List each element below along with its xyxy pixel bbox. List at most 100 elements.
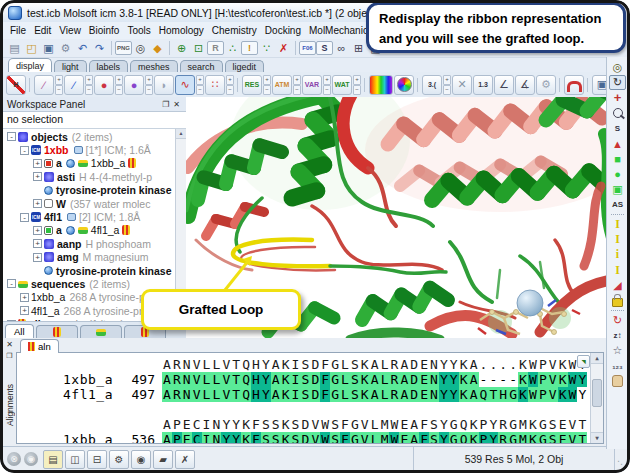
- clash-alert-icon[interactable]: ▲: [609, 136, 626, 151]
- skin-style-button[interactable]: ∷: [205, 75, 225, 95]
- menu-file[interactable]: File: [6, 24, 30, 37]
- select-sphere-icon[interactable]: ▣: [609, 182, 626, 197]
- three-pane-icon[interactable]: ⊟: [87, 450, 107, 469]
- alignment-view[interactable]: ARNVLLVTQHYAKISDFGLSKALRADENYYKA....KWPV…: [16, 352, 604, 444]
- wire-style-spinner[interactable]: +−: [55, 75, 63, 95]
- expand-icon[interactable]: +: [33, 239, 42, 248]
- rotate-z-mode-icon[interactable]: S: [609, 121, 626, 136]
- ribbon-style-spinner[interactable]: +−: [196, 75, 204, 95]
- label-variables-button[interactable]: VAR: [302, 75, 322, 95]
- ibeam-4-icon[interactable]: I: [609, 262, 626, 277]
- label-waters-button[interactable]: WAT: [332, 75, 352, 95]
- expand-icon[interactable]: +: [33, 226, 42, 235]
- tree-row-tyrosine-protein-kinase[interactable]: tyrosine-protein kinase: [3, 184, 186, 197]
- wire-style-button[interactable]: ∕: [34, 75, 54, 95]
- label-residues-spinner[interactable]: +−: [263, 75, 271, 95]
- magnet-tether-button[interactable]: [564, 75, 584, 95]
- menu-chemistry[interactable]: Chemistry: [208, 24, 261, 37]
- warning-icon[interactable]: !: [241, 41, 258, 55]
- close-icon[interactable]: ✕: [171, 100, 182, 109]
- camera-icon[interactable]: ◉: [131, 450, 151, 469]
- stick-style-spinner[interactable]: +−: [85, 75, 93, 95]
- tree-row-1xbb[interactable]: -1xbb[1*] ICM; 1.6Å: [3, 143, 186, 156]
- hydrogens-toggle-button[interactable]: H: [6, 75, 26, 95]
- fog-icon[interactable]: F06: [299, 41, 316, 55]
- collapse-icon[interactable]: -: [20, 146, 29, 155]
- expand-icon[interactable]: +: [33, 172, 42, 181]
- z-scale-icon[interactable]: z↕: [609, 328, 626, 343]
- menu-tools[interactable]: Tools: [123, 24, 154, 37]
- open-folder-icon[interactable]: ◰: [23, 41, 40, 56]
- refresh-icon[interactable]: ⚙: [57, 41, 74, 56]
- expand-icon[interactable]: +: [33, 199, 42, 208]
- float-icon[interactable]: ❐: [160, 100, 171, 109]
- expand-icon[interactable]: ◥: [577, 355, 590, 368]
- expand-icon[interactable]: +: [20, 293, 29, 302]
- tree-row-a[interactable]: +a4fl1_a: [3, 224, 186, 237]
- png-export-icon[interactable]: PNG: [115, 41, 132, 55]
- collapse-icon[interactable]: -: [7, 279, 16, 288]
- label-atoms-button[interactable]: ATM: [272, 75, 292, 95]
- ribbon-style-button[interactable]: ∿: [175, 75, 195, 95]
- residue-123-icon[interactable]: ₁₂₃: [609, 359, 626, 374]
- label-waters-spinner[interactable]: +−: [353, 75, 361, 95]
- menu-docking[interactable]: Docking: [261, 24, 305, 37]
- close-icon[interactable]: ✕: [6, 340, 13, 349]
- menu-homology[interactable]: Homology: [155, 24, 208, 37]
- expand-icon[interactable]: +: [33, 159, 42, 168]
- sequence-row-1xbb_a[interactable]: 1xbb_a536APECINYYKFSSKSDVWSFGVLMWEAFSYGQ…: [17, 432, 603, 444]
- expand-icon[interactable]: +: [33, 253, 42, 262]
- zoom-mode-icon[interactable]: [609, 106, 626, 121]
- tree-row-aanp[interactable]: +aanpH phosphoam: [3, 237, 186, 250]
- tab-ligedit[interactable]: ligedit: [225, 60, 265, 72]
- ball-style-spinner[interactable]: +−: [115, 75, 123, 95]
- diamond-icon[interactable]: ◆: [149, 41, 166, 56]
- tree-row-objects[interactable]: -objects(2 items): [3, 130, 186, 143]
- workspace-tab-sequence-tab[interactable]: [80, 325, 122, 338]
- tree-row-tyrosine-protein-kinase[interactable]: tyrosine-protein kinase: [3, 264, 186, 277]
- menu-edit[interactable]: Edit: [30, 24, 55, 37]
- alignment-scrollbar[interactable]: ▲▼: [590, 353, 603, 443]
- rename-icon[interactable]: R: [207, 41, 224, 55]
- close-circle-icon[interactable]: ⊗: [7, 452, 21, 466]
- new-document-icon[interactable]: ▤: [6, 41, 23, 56]
- star-edit-icon[interactable]: ☆: [609, 343, 626, 358]
- record-circle-icon[interactable]: ◉: [24, 452, 38, 466]
- angle-tool-button[interactable]: ∠: [494, 75, 514, 95]
- tree-row-W[interactable]: +W(357 water molec: [3, 197, 186, 210]
- menu-view[interactable]: View: [55, 24, 85, 37]
- dihedral-tool-button[interactable]: ∡: [515, 75, 535, 95]
- collapse-icon[interactable]: -: [7, 320, 16, 321]
- resize-grip[interactable]: ⋱: [617, 459, 626, 469]
- tab-display[interactable]: display: [8, 58, 52, 72]
- tree-row-asti[interactable]: +astiH 4-(4-methyl-p: [3, 170, 186, 183]
- workspace-tab-all[interactable]: All: [5, 324, 34, 338]
- skin-style-spinner[interactable]: +−: [226, 75, 234, 95]
- ibeam-3-icon[interactable]: i: [609, 247, 626, 262]
- sequence-row-4fl1_a[interactable]: 4fl1_a497ARNVLLVTQHYAKISDFGLSKALRADENYYK…: [17, 387, 603, 402]
- collapse-icon[interactable]: -: [20, 213, 29, 222]
- center-view-icon[interactable]: ◎: [609, 60, 626, 75]
- delete-red-icon[interactable]: ✗: [275, 41, 292, 56]
- search-molecule-icon[interactable]: ◎: [132, 41, 149, 56]
- color-wheel-button[interactable]: [394, 75, 414, 95]
- tab-meshes[interactable]: meshes: [130, 60, 178, 72]
- tab-light[interactable]: light: [54, 60, 87, 72]
- brush-red-icon[interactable]: ◢: [609, 278, 626, 293]
- ibeam-1-icon[interactable]: I: [609, 217, 626, 232]
- color-palette-button[interactable]: [369, 75, 393, 95]
- two-pane-icon[interactable]: ◫: [65, 450, 85, 469]
- save-icon[interactable]: ▣: [40, 41, 57, 56]
- expand-arrows-button[interactable]: ✕: [452, 75, 472, 95]
- car-icon[interactable]: ▰: [153, 450, 173, 469]
- tab-labels[interactable]: labels: [89, 60, 129, 72]
- grid-table-icon[interactable]: ⊞: [350, 41, 367, 56]
- translate-mode-icon[interactable]: +: [609, 90, 626, 105]
- label-residues-button[interactable]: RES: [242, 75, 262, 95]
- workspace-tab-alignment-tab[interactable]: [36, 325, 78, 338]
- tab-aln[interactable]: aln: [20, 339, 59, 353]
- cluster-link-icon[interactable]: ∵: [258, 41, 275, 56]
- select-as-icon[interactable]: AS: [609, 197, 626, 212]
- spin-value-spinner[interactable]: +−: [443, 75, 451, 95]
- pin-icon[interactable]: ❐: [6, 352, 12, 360]
